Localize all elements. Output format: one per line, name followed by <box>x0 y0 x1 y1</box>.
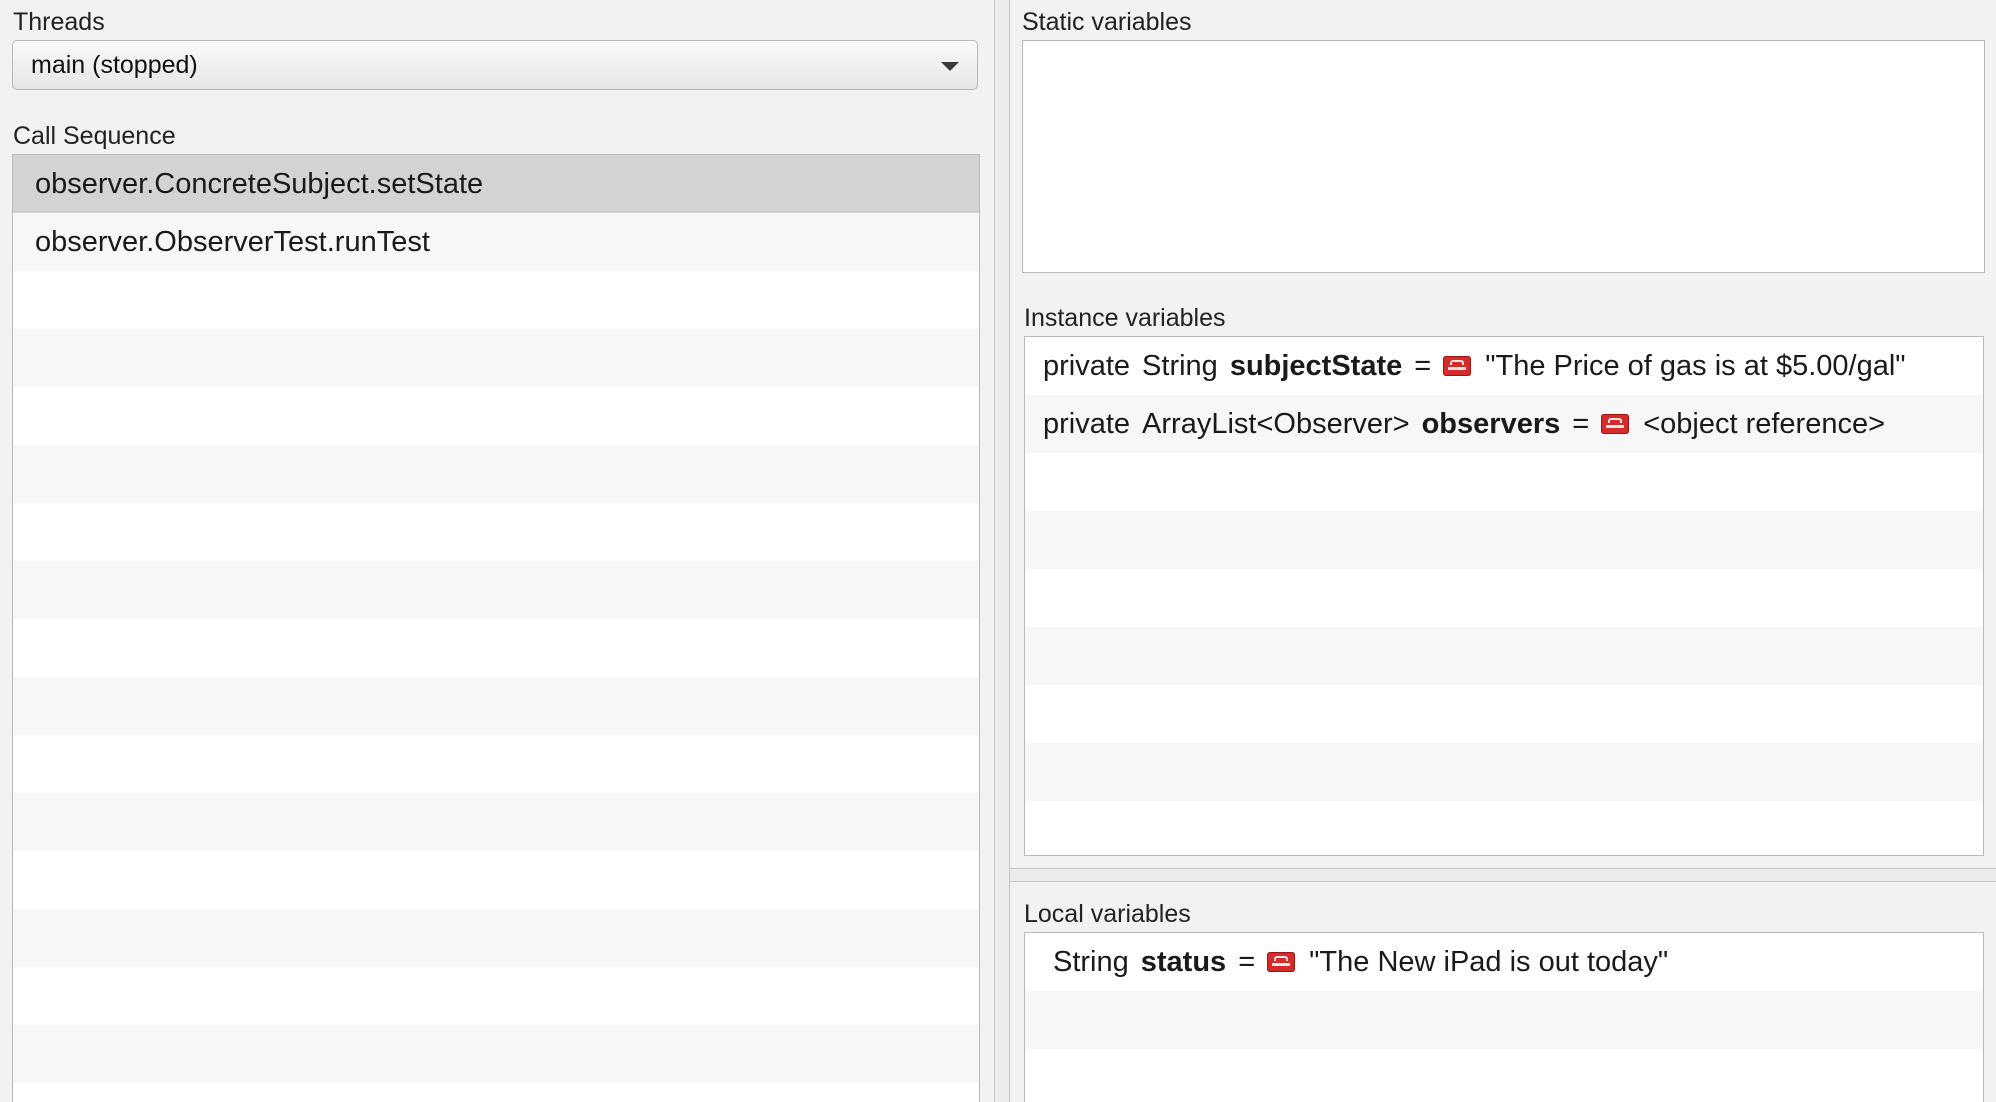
empty-row <box>13 445 979 503</box>
empty-row <box>13 1083 979 1102</box>
empty-row <box>13 271 979 329</box>
call-sequence-item[interactable]: observer.ObserverTest.runTest <box>13 213 979 271</box>
variable-type: String <box>1142 349 1218 382</box>
chevron-down-icon[interactable] <box>941 62 959 71</box>
variable-value: <object reference> <box>1643 407 1886 440</box>
empty-row <box>1025 1049 1983 1102</box>
empty-row <box>13 735 979 793</box>
local-variables-label: Local variables <box>1024 900 1191 928</box>
call-sequence-list[interactable]: observer.ConcreteSubject.setState observ… <box>12 154 980 1102</box>
object-icon <box>1601 414 1630 434</box>
call-sequence-item[interactable]: observer.ConcreteSubject.setState <box>13 155 979 213</box>
empty-row <box>13 909 979 967</box>
variable-value: "The New iPad is out today" <box>1309 945 1669 978</box>
empty-row <box>13 851 979 909</box>
variable-type: String <box>1053 945 1129 978</box>
call-sequence-item-label: observer.ConcreteSubject.setState <box>35 167 484 200</box>
empty-row <box>1025 743 1983 801</box>
local-variables-list[interactable]: String status = "The New iPad is out tod… <box>1024 932 1984 1102</box>
equals-sign: = <box>1414 349 1432 382</box>
empty-row <box>13 677 979 735</box>
local-variable-row[interactable]: String status = "The New iPad is out tod… <box>1025 933 1983 991</box>
call-sequence-item-label: observer.ObserverTest.runTest <box>35 225 430 258</box>
empty-row <box>1025 569 1983 627</box>
static-variables-label: Static variables <box>1022 8 1192 36</box>
variables-panel: Static variables Instance variables priv… <box>1010 0 1996 1102</box>
equals-sign: = <box>1572 407 1590 440</box>
empty-row <box>13 561 979 619</box>
variable-name: subjectState <box>1229 349 1403 382</box>
equals-sign: = <box>1238 945 1256 978</box>
instance-variable-row[interactable]: private String subjectState = "The Price… <box>1025 337 1983 395</box>
empty-row <box>13 503 979 561</box>
empty-row <box>13 619 979 677</box>
instance-variables-list[interactable]: private String subjectState = "The Price… <box>1024 336 1984 856</box>
variable-name: observers <box>1421 407 1561 440</box>
empty-row <box>13 387 979 445</box>
empty-row <box>13 967 979 1025</box>
empty-row <box>1025 511 1983 569</box>
variable-name: status <box>1140 945 1227 978</box>
debugger-window: Threads main (stopped) Call Sequence obs… <box>0 0 1996 1102</box>
threads-dropdown[interactable]: main (stopped) <box>12 40 978 90</box>
object-icon <box>1267 952 1296 972</box>
threads-panel: Threads main (stopped) Call Sequence obs… <box>0 0 994 1102</box>
empty-row <box>13 793 979 851</box>
empty-row <box>1025 685 1983 743</box>
vertical-split-divider[interactable] <box>994 0 1010 1102</box>
threads-label: Threads <box>13 8 105 36</box>
instance-variables-label: Instance variables <box>1024 304 1226 332</box>
variable-value: "The Price of gas is at $5.00/gal" <box>1485 349 1906 382</box>
object-icon <box>1443 356 1472 376</box>
horizontal-split-divider[interactable] <box>1010 868 1996 882</box>
empty-row <box>13 329 979 387</box>
empty-row <box>1025 627 1983 685</box>
threads-dropdown-value: main (stopped) <box>31 50 198 79</box>
instance-variable-row[interactable]: private ArrayList<Observer> observers = … <box>1025 395 1983 453</box>
static-variables-list[interactable] <box>1022 40 1985 273</box>
empty-row <box>1025 453 1983 511</box>
empty-row <box>1025 991 1983 1049</box>
variable-type: ArrayList<Observer> <box>1142 407 1410 440</box>
call-sequence-label: Call Sequence <box>13 122 176 150</box>
empty-row <box>13 1025 979 1083</box>
empty-row <box>1025 801 1983 855</box>
variable-modifier: private <box>1043 349 1131 382</box>
variable-modifier: private <box>1043 407 1131 440</box>
